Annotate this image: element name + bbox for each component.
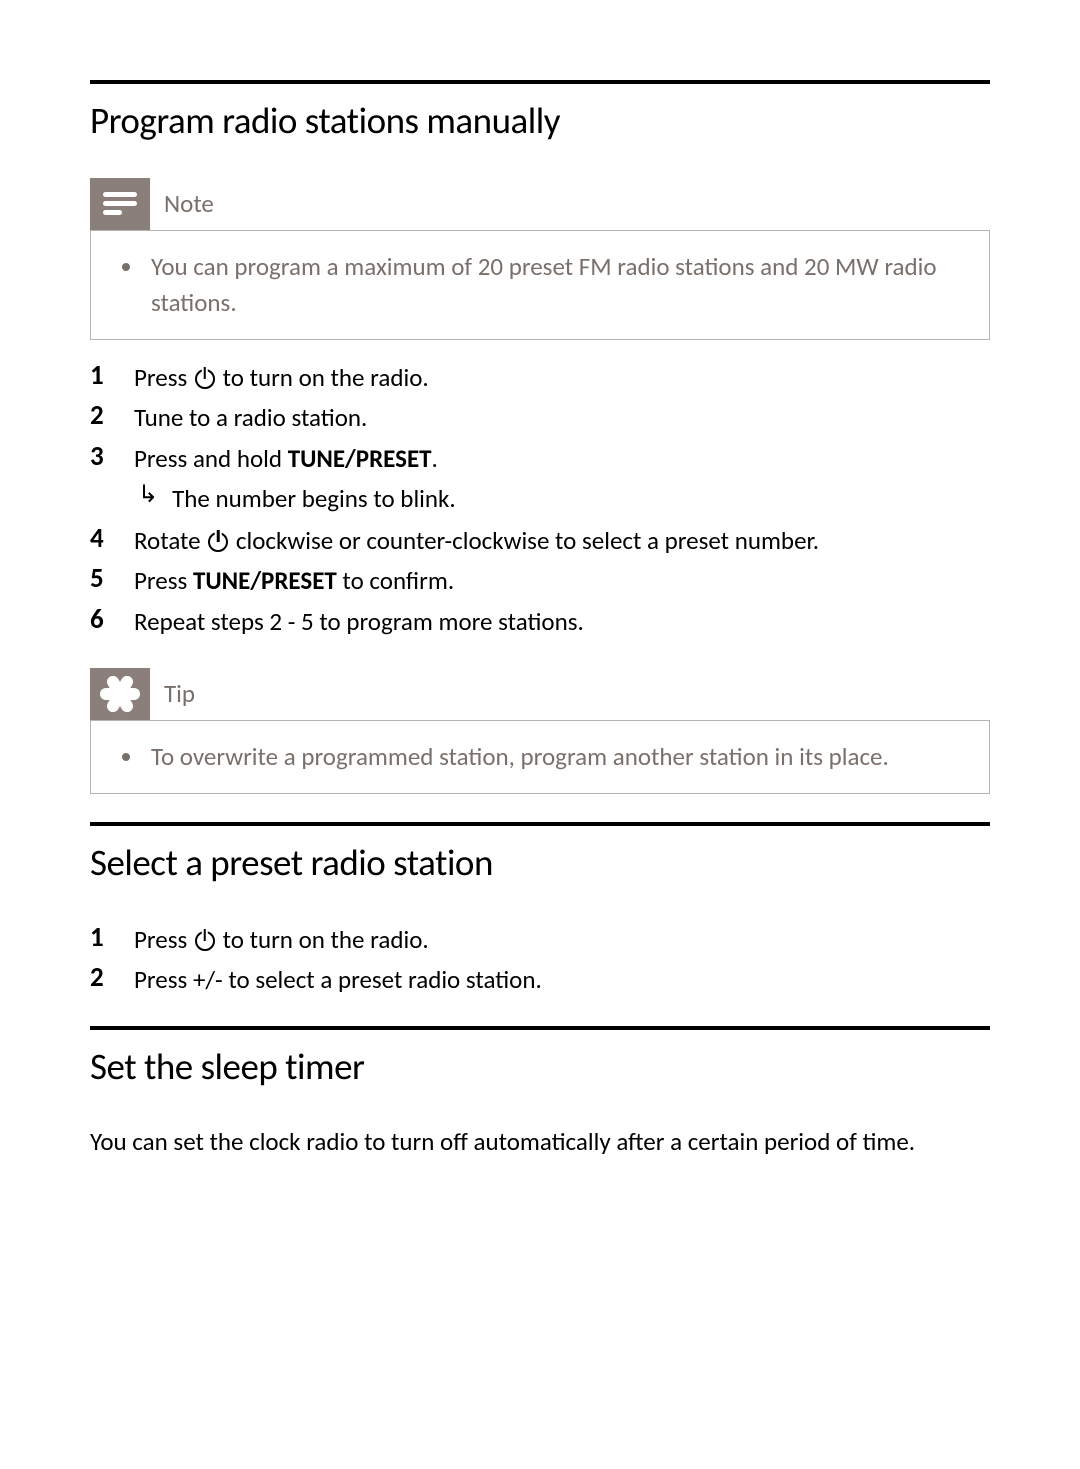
step-5-text-c: to confirm. [337,565,454,596]
step-2-text: Tune to a radio station. [134,398,990,436]
note-callout-header: Note [90,178,990,230]
select-step-1: Press to turn on the radio. [90,920,990,958]
section-heading-select: Select a preset radio station [90,836,990,890]
step-5: Press TUNE/PRESET to confirm. [90,561,990,599]
tip-callout-body: To overwrite a programmed station, progr… [90,720,990,794]
step-2: Tune to a radio station. [90,398,990,436]
tip-text: To overwrite a programmed station, progr… [145,739,959,775]
sleep-lead-text: You can set the clock radio to turn off … [90,1124,990,1160]
tip-callout-header: Tip [90,668,990,720]
select-step-2: Press +/- to select a preset radio stati… [90,960,990,998]
step-4: Rotate clockwise or counter-clockwise to… [90,521,990,559]
step-3-bold: TUNE/PRESET [288,443,432,474]
select-step-2-text: Press +/- to select a preset radio stati… [134,960,990,998]
step-6-text: Repeat steps 2 - 5 to program more stati… [134,602,990,640]
step-5-bold: TUNE/PRESET [193,565,337,596]
program-steps-list: Press to turn on the radio. Tune to a ra… [90,358,990,640]
note-icon [90,178,150,230]
section-divider [90,1026,990,1030]
tip-label: Tip [164,676,195,712]
power-icon [195,369,215,389]
step-1: Press to turn on the radio. [90,358,990,396]
select-step-1-text-b: to turn on the radio. [217,924,429,955]
note-callout-body: You can program a maximum of 20 preset F… [90,230,990,341]
power-icon [208,532,228,552]
step-5-text-a: Press [134,565,193,596]
note-label: Note [164,186,214,222]
step-1-text-b: to turn on the radio. [217,362,429,393]
note-text: You can program a maximum of 20 preset F… [145,249,959,322]
step-3-text-a: Press and hold [134,443,288,474]
step-6: Repeat steps 2 - 5 to program more stati… [90,602,990,640]
step-3: Press and hold TUNE/PRESET. ↳ The number… [90,439,990,520]
step-3-sub: ↳ The number begins to blink. [138,481,990,517]
tip-icon [90,668,150,720]
section-divider [90,822,990,826]
step-4-text-a: Rotate [134,525,206,556]
section-divider [90,80,990,84]
result-arrow-icon: ↳ [138,481,158,517]
step-4-text-b: clockwise or counter-clockwise to select… [230,525,819,556]
select-steps-list: Press to turn on the radio. Press +/- to… [90,920,990,999]
section-heading-sleep: Set the sleep timer [90,1040,990,1094]
step-3-text-c: . [432,443,438,474]
step-3-sub-text: The number begins to blink. [172,481,456,517]
power-icon [195,931,215,951]
select-step-1-text-a: Press [134,924,193,955]
step-1-text-a: Press [134,362,193,393]
section-heading-program: Program radio stations manually [90,94,990,148]
